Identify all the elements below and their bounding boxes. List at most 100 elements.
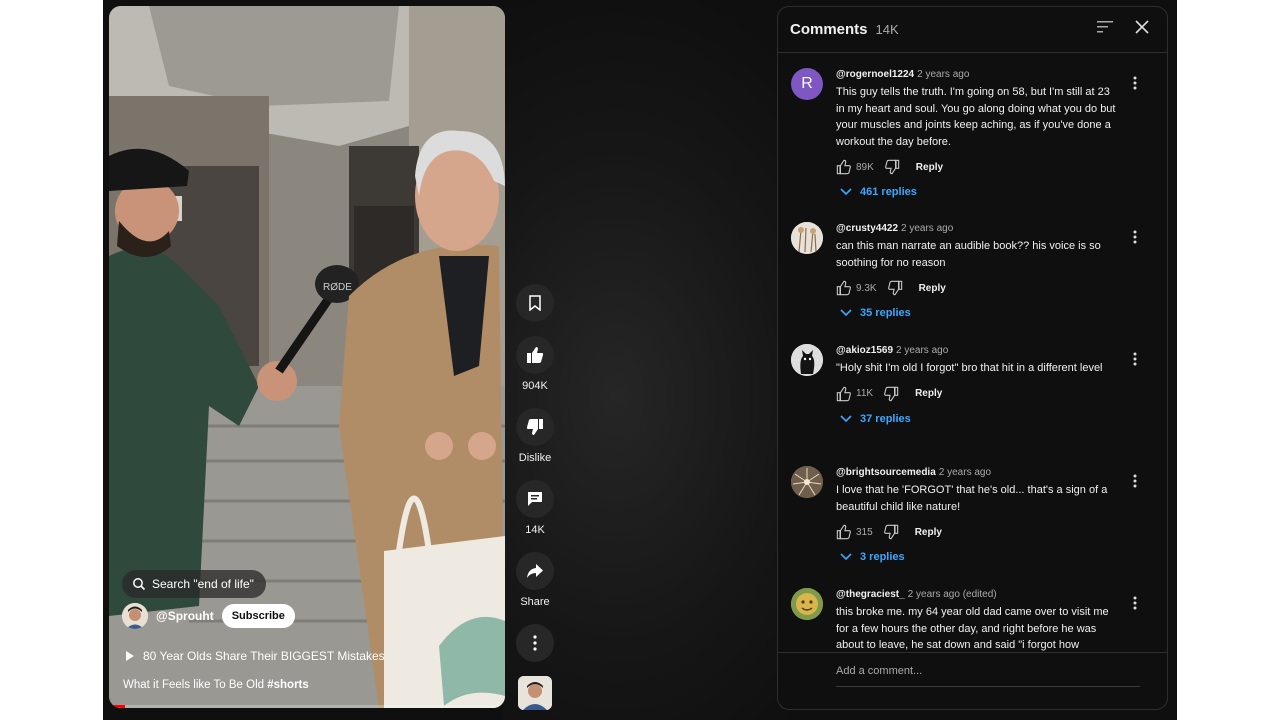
like-button[interactable] [516,336,554,374]
chevron-down-icon [840,414,852,422]
view-replies-button[interactable]: 3 replies [840,551,1121,563]
comment-text: can this man narrate an audible book?? h… [836,240,1101,269]
comment-author[interactable]: @akioz1569 [836,345,893,356]
comment-like-count: 9.3K [856,282,877,294]
channel-row: @Sprouht Subscribe [122,603,295,629]
reply-button[interactable]: Reply [915,527,942,538]
add-comment-bar: Add a comment... [778,652,1167,709]
comment-author[interactable]: @thegraciest_ [836,589,905,600]
like-comment-icon[interactable] [836,524,852,540]
description-text: What it Feels like To Be Old [123,679,268,691]
like-action: 904K [515,336,555,392]
comments-action: 14K [515,480,555,536]
comment-avatar[interactable] [791,344,823,376]
comment-author[interactable]: @brightsourcemedia [836,467,936,478]
shorts-player-page: RØDE Search "end of life" @Sprouht Subsc… [103,0,1177,720]
comments-button[interactable] [516,480,554,518]
share-button[interactable] [516,552,554,590]
channel-name[interactable]: @Sprouht [156,609,214,623]
comment-text: "Holy shit I'm old I forgot" bro that hi… [836,362,1103,374]
play-icon [126,651,134,661]
comment-author[interactable]: @crusty4422 [836,223,898,234]
more-action [515,624,555,662]
comment-time: 2 years ago [938,467,992,478]
view-replies-button[interactable]: 461 replies [840,186,1121,198]
comment-more-icon[interactable] [1133,474,1137,488]
comment-avatar[interactable]: R [791,68,823,100]
share-icon [527,564,543,578]
view-replies-button[interactable]: 35 replies [840,307,1121,319]
dislike-comment-icon[interactable] [884,159,900,175]
dislike-action: Dislike [515,408,555,464]
reply-button[interactable]: Reply [915,388,942,399]
avatar-letter: R [801,75,813,92]
comment-author[interactable]: @rogernoel1224 [836,69,914,80]
comment-avatar[interactable] [791,466,823,498]
more-vert-icon [533,635,537,651]
dislike-comment-icon[interactable] [887,280,903,296]
like-count: 904K [522,380,548,392]
search-chip[interactable]: Search "end of life" [122,570,266,598]
channel-avatar[interactable] [122,603,148,629]
channel-avatar-image [122,603,148,629]
comments-panel: Comments 14K R @rogernoel1224 2 years ago… [777,6,1168,710]
save-button[interactable] [516,284,554,322]
share-label: Share [520,596,550,608]
search-icon [133,578,146,591]
like-comment-icon[interactable] [836,386,852,402]
comment-time: 2 years ago [901,223,954,234]
subscribe-button[interactable]: Subscribe [221,604,295,628]
comment-like-count: 11K [856,388,874,399]
avatar-image [791,588,823,620]
dislike-comment-icon[interactable] [883,386,899,402]
hashtag-link[interactable]: #shorts [267,679,309,691]
replies-count: 461 replies [860,186,917,198]
mic-brand-text: RØDE [323,282,352,293]
comment-avatar[interactable] [791,588,823,620]
video-description: What it Feels like To Be Old #shorts [123,679,309,691]
comments-list[interactable]: R @rogernoel1224 2 years ago This guy tel… [778,54,1167,651]
video-title-row[interactable]: 80 Year Olds Share Their BIGGEST Mistake… [125,649,385,663]
thumbs-down-icon [526,419,543,435]
chevron-down-icon [840,553,852,561]
video-title: 80 Year Olds Share Their BIGGEST Mistake… [143,649,385,663]
comments-header: Comments 14K [778,7,1167,53]
comment-time: 2 years ago (edited) [907,589,997,600]
comments-title: Comments [790,21,868,38]
reply-button[interactable]: Reply [916,162,943,173]
avatar-image [791,222,823,254]
sound-thumbnail-image [518,676,552,710]
video-player[interactable]: RØDE Search "end of life" @Sprouht Subsc… [109,6,505,708]
comment-text: I love that he 'FORGOT' that he's old...… [836,484,1108,513]
like-comment-icon[interactable] [836,280,852,296]
comment-more-icon[interactable] [1133,230,1137,244]
comment-time: 2 years ago [896,345,949,356]
more-options-button[interactable] [516,624,554,662]
close-icon[interactable] [1135,20,1149,34]
comment-icon [528,492,542,506]
replies-count: 37 replies [860,412,911,425]
sort-icon[interactable] [1097,21,1113,33]
sound-thumbnail[interactable] [518,676,552,710]
replies-count: 35 replies [860,307,911,319]
comment-more-icon[interactable] [1133,596,1137,610]
share-action: Share [515,552,555,608]
video-progress-fill [109,705,125,708]
dislike-comment-icon[interactable] [883,524,899,540]
comment-like-count: 315 [856,526,873,538]
dislike-button[interactable] [516,408,554,446]
bookmark-icon [529,295,541,311]
like-comment-icon[interactable] [836,159,852,175]
add-comment-input[interactable]: Add a comment... [836,665,1140,687]
comment-more-icon[interactable] [1133,76,1137,90]
view-replies-button[interactable]: 37 replies [840,413,1121,425]
avatar-image [791,344,823,376]
chevron-down-icon [840,188,852,196]
video-progress-bar[interactable] [109,705,505,708]
comment-count: 14K [525,524,545,536]
comment-more-icon[interactable] [1133,352,1137,366]
comment-like-count: 89K [856,161,874,173]
reply-button[interactable]: Reply [919,283,946,294]
comment-avatar[interactable] [791,222,823,254]
comment-text: this broke me. my 64 year old dad came o… [836,606,1109,651]
